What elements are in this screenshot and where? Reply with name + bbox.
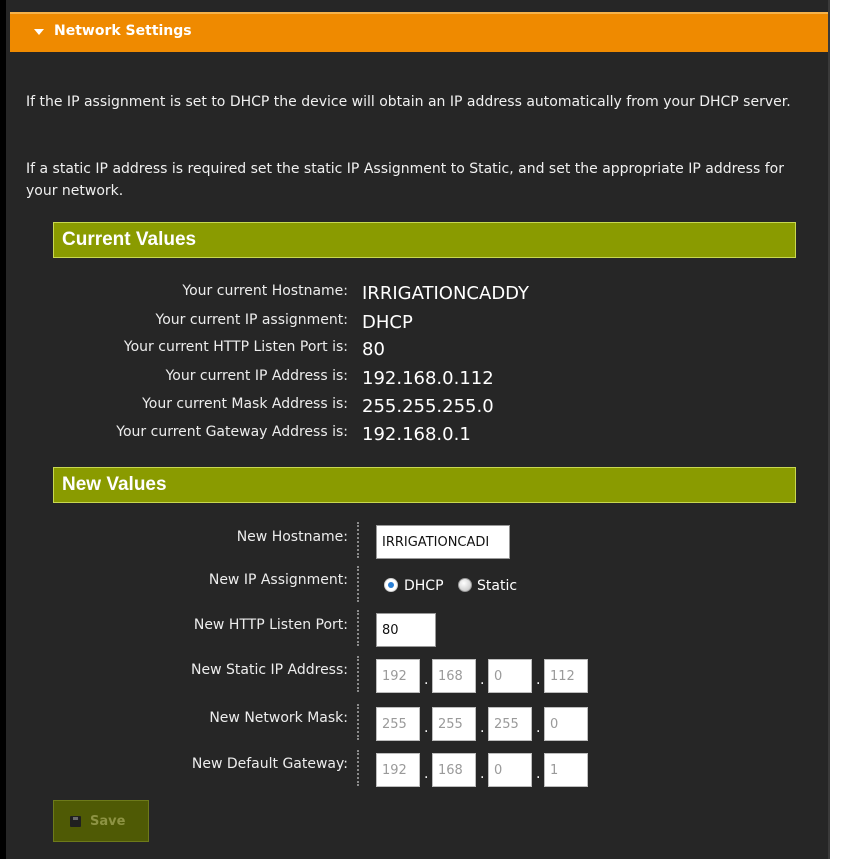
current-hostname-value: IRRIGATIONCADDY (362, 283, 530, 304)
field-separator (357, 522, 359, 558)
floppy-disk-icon (70, 816, 81, 827)
current-gateway-value: 192.168.0.1 (362, 424, 471, 445)
current-ip-address-label: Your current IP Address is: (165, 368, 348, 384)
collapse-arrow-icon[interactable] (34, 29, 44, 35)
static-ip-octet-4[interactable] (544, 659, 588, 693)
new-gateway-label: New Default Gateway: (191, 756, 348, 772)
mask-octet-2[interactable] (432, 707, 476, 741)
mask-octet-1[interactable] (376, 707, 420, 741)
field-separator (357, 704, 359, 740)
new-values-header: New Values (53, 467, 796, 503)
octet-dot: . (480, 672, 485, 688)
current-port-label: Your current HTTP Listen Port is: (123, 339, 348, 355)
gateway-octet-2[interactable] (432, 753, 476, 787)
new-hostname-input[interactable] (376, 525, 510, 559)
current-mask-value: 255.255.255.0 (362, 396, 494, 417)
current-hostname-label: Your current Hostname: (182, 283, 348, 299)
octet-dot: . (424, 766, 429, 782)
octet-dot: . (480, 720, 485, 736)
scrollbar-track (830, 0, 842, 859)
new-static-ip-label: New Static IP Address: (191, 662, 348, 678)
save-button-label: Save (90, 814, 126, 829)
static-radio[interactable] (458, 578, 472, 592)
intro-dhcp-text: If the IP assignment is set to DHCP the … (26, 94, 791, 110)
new-values-title: New Values (62, 474, 167, 495)
dhcp-radio-label[interactable]: DHCP (404, 578, 444, 594)
network-settings-panel: Network Settings If the IP assignment is… (0, 0, 842, 859)
octet-dot: . (536, 766, 541, 782)
field-separator (357, 566, 359, 602)
octet-dot: . (536, 672, 541, 688)
current-mask-label: Your current Mask Address is: (142, 396, 348, 412)
current-values-title: Current Values (62, 229, 197, 250)
intro-static-text: If a static IP address is required set t… (26, 161, 784, 199)
new-port-input[interactable] (376, 613, 436, 647)
gateway-octet-3[interactable] (488, 753, 532, 787)
network-settings-header[interactable]: Network Settings (10, 12, 828, 52)
field-separator (357, 610, 359, 646)
mask-octet-3[interactable] (488, 707, 532, 741)
new-ip-assignment-label: New IP Assignment: (208, 572, 348, 588)
current-ip-assignment-value: DHCP (362, 312, 413, 333)
save-button[interactable]: Save (53, 800, 149, 842)
current-port-value: 80 (362, 339, 385, 360)
new-hostname-label: New Hostname: (236, 529, 348, 545)
dhcp-radio[interactable] (384, 578, 398, 592)
gateway-octet-4[interactable] (544, 753, 588, 787)
static-ip-octet-3[interactable] (488, 659, 532, 693)
current-values-header: Current Values (53, 222, 796, 258)
static-ip-octet-2[interactable] (432, 659, 476, 693)
field-separator (357, 656, 359, 692)
octet-dot: . (424, 672, 429, 688)
new-port-label: New HTTP Listen Port: (193, 617, 348, 633)
left-border (0, 0, 6, 859)
mask-octet-4[interactable] (544, 707, 588, 741)
new-network-mask-label: New Network Mask: (209, 710, 348, 726)
static-radio-label[interactable]: Static (477, 578, 517, 594)
header-title: Network Settings (54, 23, 192, 39)
gateway-octet-1[interactable] (376, 753, 420, 787)
current-gateway-label: Your current Gateway Address is: (116, 424, 348, 440)
octet-dot: . (480, 766, 485, 782)
current-ip-assignment-label: Your current IP assignment: (155, 312, 348, 328)
static-ip-octet-1[interactable] (376, 659, 420, 693)
octet-dot: . (536, 720, 541, 736)
octet-dot: . (424, 720, 429, 736)
current-ip-address-value: 192.168.0.112 (362, 368, 494, 389)
field-separator (357, 750, 359, 786)
